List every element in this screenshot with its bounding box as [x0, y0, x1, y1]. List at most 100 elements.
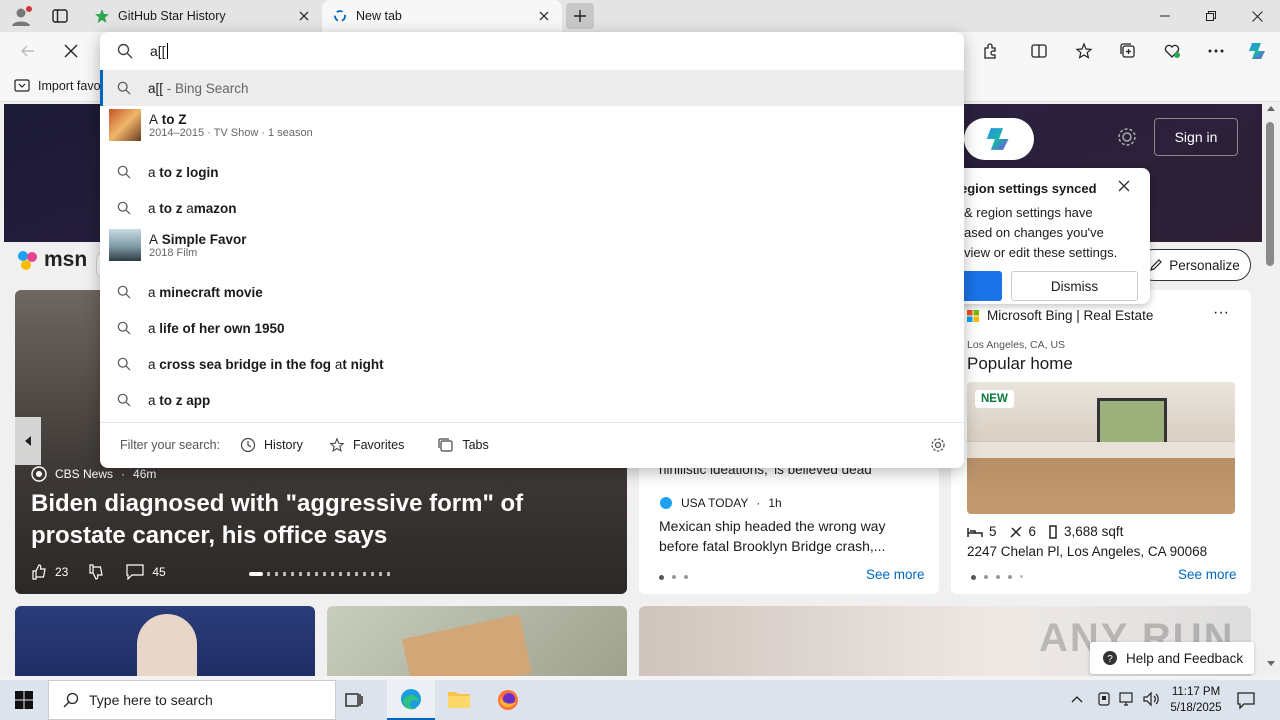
news-card-bottom-2[interactable] — [327, 606, 627, 676]
star-icon — [1075, 42, 1093, 59]
tab-actions-icon[interactable] — [52, 8, 68, 24]
suggestion-a-to-z-login[interactable]: a to z login — [100, 154, 964, 190]
stop-icon — [64, 44, 78, 58]
popup-body: & region settings have ased on changes y… — [964, 205, 1118, 260]
sign-in-button[interactable]: Sign in — [1154, 118, 1238, 156]
collections-button[interactable] — [1112, 35, 1144, 67]
suggestion-bing-search[interactable]: a[[ - Bing Search — [100, 70, 964, 106]
title-bar: GitHub Star History New tab — [0, 0, 1280, 32]
file-explorer-icon[interactable] — [447, 688, 471, 710]
import-icon — [14, 79, 30, 92]
pencil-icon — [1150, 259, 1163, 271]
suggestion-a-life-of-her-own[interactable]: a life of her own 1950 — [100, 310, 964, 346]
news-card-bottom-1[interactable] — [15, 606, 315, 676]
network-icon[interactable] — [1118, 691, 1136, 707]
import-favorites-label: Import favo — [38, 79, 101, 93]
see-more-link[interactable]: See more — [866, 567, 925, 582]
provider-row: Microsoft Bing | Real Estate — [967, 308, 1153, 323]
msn-butterfly-icon — [18, 251, 37, 270]
restore-button[interactable] — [1188, 0, 1234, 32]
help-icon: ? — [1103, 651, 1117, 665]
thumbs-up-icon[interactable] — [31, 564, 47, 580]
home-photo[interactable]: NEW — [967, 382, 1235, 514]
profile-icon[interactable] — [10, 5, 32, 27]
device-icon[interactable] — [1096, 691, 1112, 707]
search-icon — [100, 321, 148, 335]
story-headline[interactable]: Biden diagnosed with "aggressive form" o… — [31, 488, 621, 552]
task-view-icon[interactable] — [342, 688, 366, 712]
suggestion-a-minecraft-movie[interactable]: a minecraft movie — [100, 274, 964, 310]
popup-close-icon[interactable] — [1118, 180, 1130, 192]
personalize-button[interactable]: Personalize — [1138, 249, 1251, 281]
suggestion-a-cross-sea-bridge[interactable]: a cross sea bridge in the fog at night — [100, 346, 964, 382]
import-favorites-button[interactable]: Import favo — [14, 78, 101, 94]
story-headline[interactable]: Mexican ship headed the wrong way before… — [659, 516, 923, 556]
real-estate-card[interactable]: Microsoft Bing | Real Estate ··· Los Ang… — [951, 290, 1251, 594]
tab-github-star-history[interactable]: GitHub Star History — [84, 0, 322, 32]
window-graphic — [1097, 398, 1167, 446]
page-settings-icon[interactable] — [1116, 126, 1138, 148]
notifications-icon[interactable] — [1236, 690, 1256, 710]
edge-taskbar-button[interactable] — [387, 680, 435, 720]
extensions-button[interactable] — [975, 35, 1007, 67]
minimize-button[interactable] — [1142, 0, 1188, 32]
tv-show-thumbnail — [109, 109, 141, 141]
back-arrow-icon — [21, 45, 34, 57]
new-badge: NEW — [975, 390, 1014, 408]
favorites-button[interactable] — [1068, 35, 1100, 67]
start-button[interactable] — [0, 680, 48, 720]
filter-history-button[interactable]: History — [240, 437, 303, 453]
tabs-icon — [438, 438, 453, 452]
suggestion-a-simple-favor[interactable]: A Simple Favor 2018 Film — [100, 226, 964, 264]
search-icon — [63, 692, 79, 708]
volume-icon[interactable] — [1142, 691, 1160, 707]
browser-essentials-button[interactable] — [1156, 35, 1188, 67]
suggestion-a-to-z-app[interactable]: a to z app — [100, 382, 964, 418]
home-address[interactable]: 2247 Chelan Pl, Los Angeles, CA 90068 — [967, 544, 1207, 559]
tab-new-tab[interactable]: New tab — [322, 0, 562, 32]
copilot-pill[interactable] — [964, 118, 1034, 160]
taskbar-search-box[interactable]: Type here to search — [48, 680, 336, 720]
area-icon — [1049, 524, 1057, 539]
help-feedback-button[interactable]: ? Help and Feedback — [1090, 642, 1254, 674]
filter-row: Filter your search: History Favorites Ta… — [100, 428, 964, 462]
address-input[interactable]: a[[ — [150, 43, 166, 59]
settings-menu-button[interactable] — [1200, 35, 1232, 67]
thumbs-down-icon[interactable] — [88, 564, 104, 580]
clock[interactable]: 11:17 PM 5/18/2025 — [1164, 684, 1228, 716]
copilot-button[interactable] — [1242, 35, 1274, 67]
more-options-icon[interactable]: ··· — [1213, 304, 1229, 322]
photo-tape — [402, 614, 532, 676]
close-window-button[interactable] — [1234, 0, 1280, 32]
windows-logo-icon — [15, 691, 33, 709]
page-dots — [971, 575, 1023, 580]
close-tab-icon[interactable] — [296, 8, 312, 24]
address-bar[interactable]: a[[ — [100, 32, 964, 70]
filter-favorites-button[interactable]: Favorites — [329, 437, 404, 453]
text-caret — [166, 43, 168, 59]
suggestion-a-to-z-tv[interactable]: A to Z 2014–2015 · TV Show · 1 season — [100, 106, 964, 144]
omnibox-settings-icon[interactable] — [930, 437, 946, 453]
see-more-link[interactable]: See more — [1178, 567, 1237, 582]
carousel-prev-button[interactable] — [15, 417, 41, 465]
comment-icon[interactable] — [126, 564, 144, 580]
back-button[interactable] — [12, 35, 44, 67]
msn-logo[interactable]: msn — [16, 248, 87, 272]
dismiss-button[interactable]: Dismiss — [1011, 271, 1138, 301]
carousel-dots — [249, 572, 393, 576]
suggestion-a-to-z-amazon[interactable]: a to z amazon — [100, 190, 964, 226]
new-tab-button[interactable] — [566, 3, 594, 29]
collections-icon — [1120, 43, 1135, 58]
scroll-down-icon[interactable] — [1262, 658, 1280, 670]
film-thumbnail — [109, 229, 141, 261]
page-scrollbar[interactable] — [1262, 102, 1280, 676]
firefox-icon[interactable] — [496, 688, 520, 712]
scroll-up-icon[interactable] — [1262, 102, 1280, 114]
filter-tabs-button[interactable]: Tabs — [438, 437, 489, 453]
split-screen-button[interactable] — [1023, 35, 1055, 67]
scrollbar-thumb[interactable] — [1266, 122, 1274, 266]
show-hidden-icons[interactable] — [1070, 692, 1084, 706]
close-tab-icon[interactable] — [536, 8, 552, 24]
stop-button[interactable] — [55, 35, 87, 67]
bed-icon — [967, 527, 983, 537]
